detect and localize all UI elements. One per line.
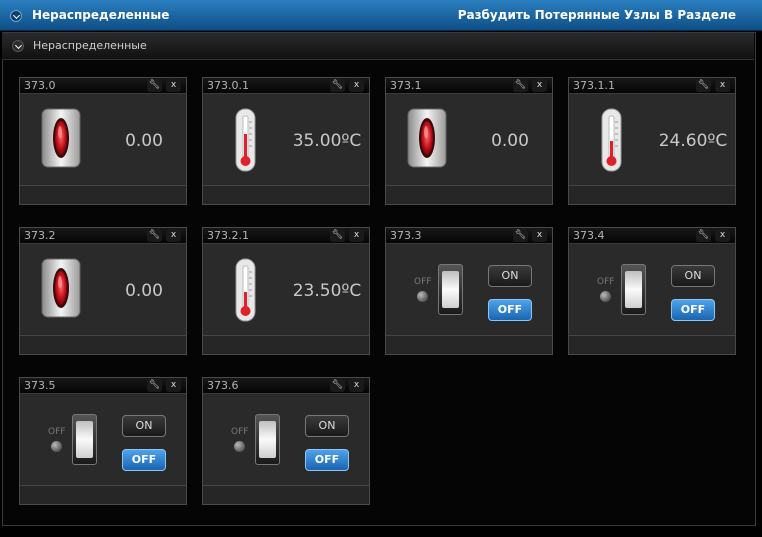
tile-title: 373.5 xyxy=(24,379,56,392)
switch-state-label: OFF xyxy=(597,277,615,287)
on-button[interactable]: ON xyxy=(488,265,532,287)
thermometer-icon xyxy=(235,258,256,322)
temperature-value: 23.50ºC xyxy=(292,281,362,301)
tile-header: 373.1 🔧︎ x xyxy=(386,78,552,94)
close-icon[interactable]: x xyxy=(349,79,364,92)
top-header-bar[interactable]: Нераспределенные Разбудить Потерянные Уз… xyxy=(0,0,762,31)
wrench-icon[interactable]: 🔧︎ xyxy=(330,229,345,242)
device-tile-meter: 373.2 🔧︎ x 0.00 xyxy=(19,227,187,355)
close-icon[interactable]: x xyxy=(166,229,181,242)
collapse-chevron-icon[interactable] xyxy=(10,10,22,22)
device-tile-switch: 373.4 🔧︎ x OFF ON OFF xyxy=(568,227,736,355)
close-icon[interactable]: x xyxy=(715,229,730,242)
wrench-icon[interactable]: 🔧︎ xyxy=(513,79,528,92)
tile-footer xyxy=(20,485,186,504)
tile-footer xyxy=(569,335,735,354)
close-icon[interactable]: x xyxy=(166,379,181,392)
switch-state-label: OFF xyxy=(48,427,66,437)
wrench-icon[interactable]: 🔧︎ xyxy=(147,229,162,242)
device-tile-switch: 373.3 🔧︎ x OFF ON OFF xyxy=(385,227,553,355)
wake-lost-nodes-link[interactable]: Разбудить Потерянные Узлы В Разделе xyxy=(458,8,736,22)
close-icon[interactable]: x xyxy=(532,79,547,92)
meter-device-icon xyxy=(41,108,81,168)
tile-footer xyxy=(203,185,369,204)
tile-header: 373.3 🔧︎ x xyxy=(386,228,552,244)
status-led-icon xyxy=(234,441,245,452)
tile-title: 373.1.1 xyxy=(573,79,615,92)
close-icon[interactable]: x xyxy=(532,229,547,242)
status-led-icon xyxy=(600,291,611,302)
toggle-switch[interactable] xyxy=(621,264,646,315)
close-icon[interactable]: x xyxy=(349,379,364,392)
device-tile-switch: 373.5 🔧︎ x OFF ON OFF xyxy=(19,377,187,505)
wrench-icon[interactable]: 🔧︎ xyxy=(330,79,345,92)
device-tile-switch: 373.6 🔧︎ x OFF ON OFF xyxy=(202,377,370,505)
tile-header: 373.0 🔧︎ x xyxy=(20,78,186,94)
wrench-icon[interactable]: 🔧︎ xyxy=(696,79,711,92)
device-tile-thermometer: 373.1.1 🔧︎ x 24.60ºC xyxy=(568,77,736,205)
sensor-value: 0.00 xyxy=(491,131,529,151)
close-icon[interactable]: x xyxy=(166,79,181,92)
tile-header: 373.6 🔧︎ x xyxy=(203,378,369,394)
sensor-value: 0.00 xyxy=(125,131,163,151)
tile-title: 373.3 xyxy=(390,229,422,242)
status-led-icon xyxy=(51,441,62,452)
on-button[interactable]: ON xyxy=(671,265,715,287)
section-title: Нераспределенные xyxy=(33,39,147,52)
tile-footer xyxy=(203,335,369,354)
section-chevron-icon[interactable] xyxy=(12,40,24,52)
thermometer-icon xyxy=(601,108,622,172)
header-title: Нераспределенные xyxy=(32,8,170,22)
toggle-switch[interactable] xyxy=(72,414,97,465)
tile-title: 373.0.1 xyxy=(207,79,249,92)
off-button[interactable]: OFF xyxy=(122,449,166,471)
tile-title: 373.4 xyxy=(573,229,605,242)
close-icon[interactable]: x xyxy=(349,229,364,242)
temperature-value: 35.00ºC xyxy=(292,131,362,151)
device-tile-thermometer: 373.2.1 🔧︎ x 23.50ºC xyxy=(202,227,370,355)
meter-device-icon xyxy=(407,108,447,168)
tile-footer xyxy=(20,335,186,354)
off-button[interactable]: OFF xyxy=(305,449,349,471)
on-button[interactable]: ON xyxy=(305,415,349,437)
toggle-switch[interactable] xyxy=(255,414,280,465)
tile-title: 373.2.1 xyxy=(207,229,249,242)
wrench-icon[interactable]: 🔧︎ xyxy=(147,79,162,92)
tile-header: 373.2.1 🔧︎ x xyxy=(203,228,369,244)
switch-state-label: OFF xyxy=(414,277,432,287)
off-button[interactable]: OFF xyxy=(671,299,715,321)
sensor-value: 0.00 xyxy=(125,281,163,301)
wrench-icon[interactable]: 🔧︎ xyxy=(330,379,345,392)
device-tile-meter: 373.1 🔧︎ x 0.00 xyxy=(385,77,553,205)
tile-title: 373.2 xyxy=(24,229,56,242)
tile-footer xyxy=(20,185,186,204)
tile-header: 373.4 🔧︎ x xyxy=(569,228,735,244)
device-tile-thermometer: 373.0.1 🔧︎ x 35.00ºC xyxy=(202,77,370,205)
tile-header: 373.0.1 🔧︎ x xyxy=(203,78,369,94)
off-button[interactable]: OFF xyxy=(488,299,532,321)
meter-device-icon xyxy=(41,258,81,318)
tile-footer xyxy=(386,185,552,204)
on-button[interactable]: ON xyxy=(122,415,166,437)
device-tile-meter: 373.0 🔧︎ x 0.00 xyxy=(19,77,187,205)
switch-state-label: OFF xyxy=(231,427,249,437)
thermometer-icon xyxy=(235,108,256,172)
close-icon[interactable]: x xyxy=(715,79,730,92)
wrench-icon[interactable]: 🔧︎ xyxy=(147,379,162,392)
tile-title: 373.0 xyxy=(24,79,56,92)
tile-footer xyxy=(203,485,369,504)
temperature-value: 24.60ºC xyxy=(658,131,728,151)
tile-title: 373.6 xyxy=(207,379,239,392)
wrench-icon[interactable]: 🔧︎ xyxy=(513,229,528,242)
tile-header: 373.5 🔧︎ x xyxy=(20,378,186,394)
tile-footer xyxy=(386,335,552,354)
tile-footer xyxy=(569,185,735,204)
wrench-icon[interactable]: 🔧︎ xyxy=(696,229,711,242)
tile-header: 373.2 🔧︎ x xyxy=(20,228,186,244)
section-header[interactable]: Нераспределенные xyxy=(2,33,754,60)
tile-header: 373.1.1 🔧︎ x xyxy=(569,78,735,94)
tile-title: 373.1 xyxy=(390,79,422,92)
toggle-switch[interactable] xyxy=(438,264,463,315)
status-led-icon xyxy=(417,291,428,302)
